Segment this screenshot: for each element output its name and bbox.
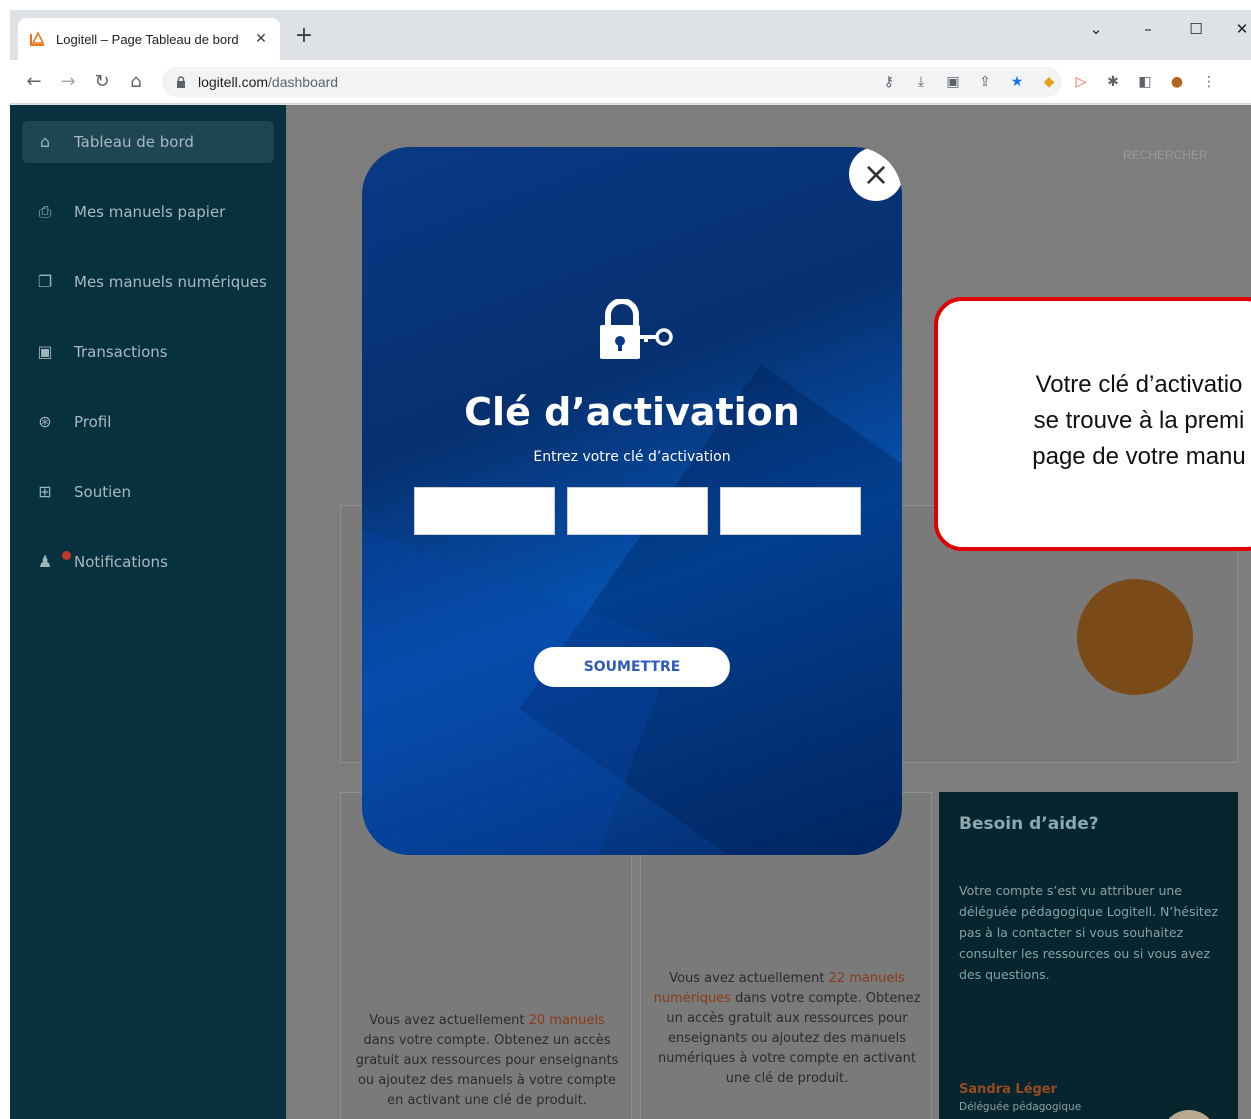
help-callout: Votre clé d’activatio se trouve à la pre…	[934, 297, 1251, 551]
sidebar: ⌂ Tableau de bord ⎙ Mes manuels papier ❐…	[10, 105, 286, 1119]
minimize-button[interactable]: –	[1128, 20, 1168, 38]
search-link[interactable]: RECHERCHER	[1123, 148, 1208, 162]
forward-arrow-icon[interactable]: →	[56, 70, 80, 94]
url-path: /dashboard	[268, 74, 339, 90]
tab-close-icon[interactable]: ✕	[252, 31, 270, 47]
support-icon: ⊞	[38, 482, 52, 501]
activation-key-field-1[interactable]	[414, 487, 555, 535]
tab-strip: Logitell – Page Tableau de bord ✕ + ⌄ – …	[10, 10, 1251, 60]
sidebar-item-notifications[interactable]: ♟ Notifications	[22, 541, 274, 583]
notification-dot	[62, 551, 71, 560]
side-panel-icon[interactable]: ◧	[1136, 73, 1154, 91]
browser-tab[interactable]: Logitell – Page Tableau de bord ✕	[18, 18, 280, 60]
profile-avatar-icon[interactable]: ●	[1168, 73, 1186, 91]
modal-title: Clé d’activation	[464, 390, 800, 434]
browser-window: Logitell – Page Tableau de bord ✕ + ⌄ – …	[10, 10, 1251, 1119]
rep-role: Déléguée pédagogique	[959, 1101, 1082, 1113]
help-card: Besoin d’aide? Votre compte s’est vu att…	[939, 792, 1238, 1119]
tab-search-icon[interactable]: ⌄	[1076, 20, 1116, 38]
sidebar-item-label: Notifications	[74, 553, 168, 571]
sidebar-item-paper-manuals[interactable]: ⎙ Mes manuels papier	[22, 191, 274, 233]
user-circle-icon: ⊛	[38, 412, 52, 431]
modal-subtitle: Entrez votre clé d’activation	[533, 449, 731, 465]
close-window-button[interactable]: ✕	[1222, 20, 1251, 38]
lock-icon	[177, 76, 185, 88]
extensions-puzzle-icon[interactable]: ✱	[1104, 73, 1122, 91]
logitell-favicon-icon	[30, 31, 45, 46]
callout-line: page de votre manu	[1032, 443, 1246, 470]
back-arrow-icon[interactable]: ←	[22, 70, 46, 94]
new-tab-button[interactable]: +	[292, 24, 316, 48]
sidebar-item-label: Mes manuels papier	[74, 203, 226, 221]
page-content: ⌂ Tableau de bord ⎙ Mes manuels papier ❐…	[10, 105, 1251, 1119]
book-icon: ❐	[37, 272, 53, 291]
sidebar-item-profile[interactable]: ⊛ Profil	[22, 401, 274, 443]
digital-manuals-text: Vous avez actuellement 22 manuels numéri…	[653, 971, 921, 1086]
callout-text: Votre clé d’activatio se trouve à la pre…	[974, 367, 1251, 475]
home-button-icon[interactable]: ⌂	[124, 70, 148, 94]
sidebar-item-label: Transactions	[74, 343, 168, 361]
home-icon: ⌂	[39, 132, 51, 151]
help-body: Votre compte s’est vu attribuer une délé…	[959, 883, 1219, 982]
lock-key-icon	[600, 299, 673, 359]
url-text: logitell.com/dashboard	[198, 74, 338, 90]
printer-icon: ⎙	[38, 202, 52, 221]
tab-title: Logitell – Page Tableau de bord	[56, 31, 239, 47]
translate-icon[interactable]: ▣	[944, 73, 962, 91]
activation-modal: × Clé d’activation Entrez votre clé d’ac…	[362, 147, 902, 855]
install-app-icon[interactable]: ⤓	[912, 73, 930, 91]
money-icon: ▣	[37, 342, 53, 361]
close-icon[interactable]: ×	[849, 147, 902, 201]
bell-icon: ♟	[37, 552, 53, 571]
password-key-icon[interactable]: ⚷	[880, 73, 898, 91]
maximize-button[interactable]: ☐	[1176, 20, 1216, 38]
sidebar-item-transactions[interactable]: ▣ Transactions	[22, 331, 274, 373]
submit-button[interactable]: SOUMETTRE	[534, 647, 730, 687]
bookmark-star-icon[interactable]: ★	[1008, 73, 1026, 91]
sidebar-item-support[interactable]: ⊞ Soutien	[22, 471, 274, 513]
help-title: Besoin d’aide?	[959, 814, 1099, 834]
callout-line: Votre clé d’activatio	[1035, 371, 1243, 398]
toolbar-icons: ⚷ ⤓ ▣ ⇪ ★ ◆ ▷ ✱ ◧ ● ⋮	[880, 73, 1218, 91]
sidebar-item-label: Tableau de bord	[74, 133, 194, 151]
share-icon[interactable]: ⇪	[976, 73, 994, 91]
menu-dots-icon[interactable]: ⋮	[1200, 73, 1218, 91]
browser-toolbar: ← → ↻ ⌂ logitell.com/dashboard ⚷ ⤓ ▣ ⇪ ★…	[10, 60, 1251, 104]
sidebar-item-label: Profil	[74, 413, 112, 431]
avatar	[1161, 1110, 1217, 1119]
lock-badge-icon	[1077, 579, 1193, 695]
activation-key-field-2[interactable]	[567, 487, 708, 535]
sidebar-item-label: Mes manuels numériques	[74, 273, 267, 291]
reload-icon[interactable]: ↻	[90, 70, 114, 94]
activation-key-field-3[interactable]	[720, 487, 861, 535]
sidebar-item-digital-manuals[interactable]: ❐ Mes manuels numériques	[22, 261, 274, 303]
paper-manuals-text: Vous avez actuellement 20 manuels dans vo…	[355, 1013, 619, 1108]
callout-line: se trouve à la premi	[1033, 407, 1245, 434]
sidebar-item-label: Soutien	[74, 483, 131, 501]
sidebar-item-dashboard[interactable]: ⌂ Tableau de bord	[22, 121, 274, 163]
rep-name: Sandra Léger	[959, 1082, 1058, 1097]
url-host: logitell.com	[198, 74, 269, 90]
extension-arrow-icon[interactable]: ▷	[1072, 73, 1090, 91]
extension-icon[interactable]: ◆	[1040, 73, 1058, 91]
